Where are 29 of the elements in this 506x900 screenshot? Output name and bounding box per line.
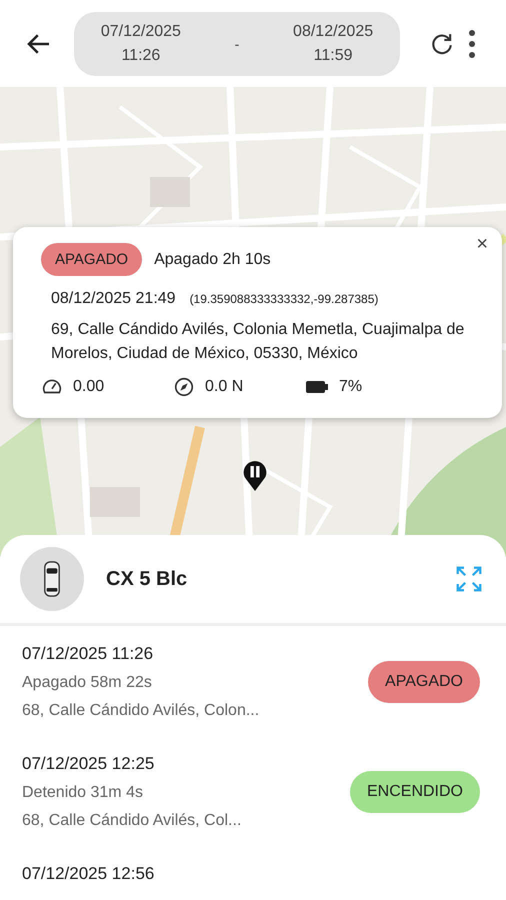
status-duration: Apagado 2h 10s xyxy=(154,250,271,268)
start-time: 11:26 xyxy=(121,46,160,64)
event-datetime: 07/12/2025 11:26 xyxy=(22,644,154,664)
end-date: 08/12/2025 xyxy=(293,22,374,40)
start-date: 07/12/2025 xyxy=(100,22,181,40)
status-label: APAGADO xyxy=(41,243,142,276)
close-button[interactable]: × xyxy=(470,231,494,258)
end-time: 11:59 xyxy=(314,46,353,64)
battery-icon xyxy=(305,380,329,394)
vehicle-name: CX 5 Blc xyxy=(106,568,188,590)
date-range-selector[interactable]: 07/12/2025 11:26 - 08/12/2025 11:59 xyxy=(74,12,400,76)
event-datetime: 08/12/2025 21:49 xyxy=(51,290,176,308)
range-separator: - xyxy=(234,36,240,52)
compass-icon xyxy=(173,376,195,398)
expand-icon[interactable] xyxy=(454,564,484,594)
coordinates: (19.359088333333332,-99.287385) xyxy=(190,292,378,306)
event-duration: Detenido 31m 4s xyxy=(22,784,144,802)
event-address: 68, Calle Cándido Avilés, Col... xyxy=(22,812,242,830)
event-duration: Apagado 58m 22s xyxy=(22,674,153,692)
battery-value: 7% xyxy=(339,378,362,396)
event-datetime: 07/12/2025 12:56 xyxy=(22,864,154,884)
address: 69, Calle Cándido Avilés, Colonia Memetla, Cuajimalpa de Morelos, Ciudad de México, 05330, México xyxy=(51,320,466,364)
status-label: ENCENDIDO xyxy=(350,771,480,813)
event-address: 68, Calle Cándido Avilés, Colon... xyxy=(22,702,260,720)
event-datetime: 07/12/2025 12:25 xyxy=(22,754,156,774)
status-label: APAGADO xyxy=(368,661,480,703)
heading-value: 0.0 N xyxy=(205,378,244,396)
more-options-icon[interactable] xyxy=(468,28,476,58)
speed-value: 0.00 xyxy=(73,378,104,396)
